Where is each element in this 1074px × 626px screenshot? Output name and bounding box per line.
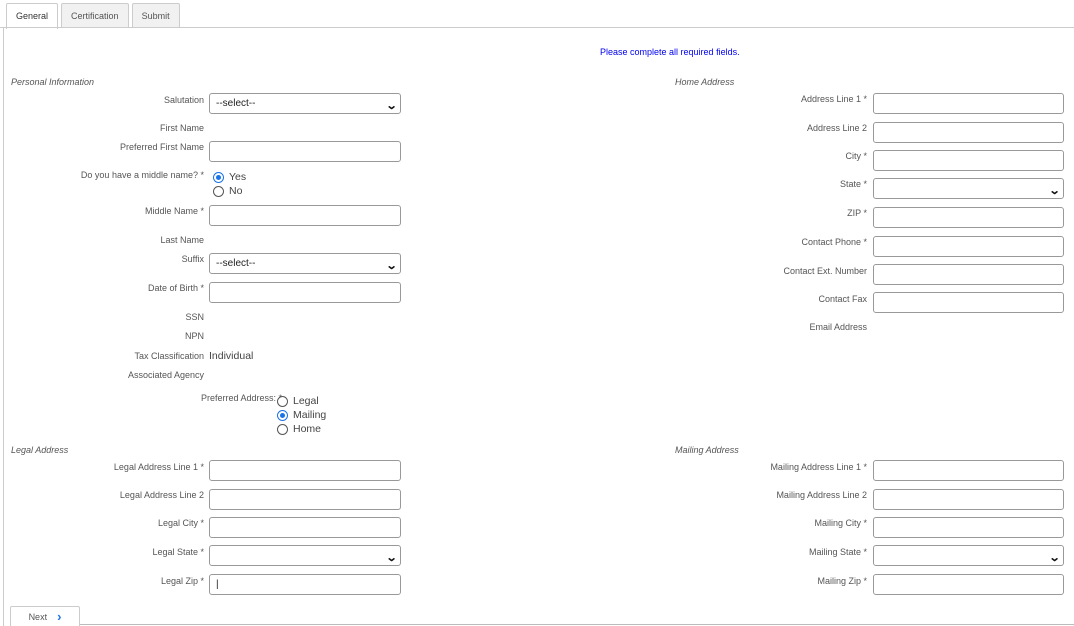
tax-classification-value: Individual — [209, 350, 254, 362]
dob-input[interactable] — [209, 282, 401, 303]
mailing-line1-input[interactable] — [873, 460, 1064, 481]
associated-agency-label: Associated Agency — [127, 370, 204, 380]
chevron-right-icon: › — [57, 609, 62, 624]
legal-state-select[interactable]: ⌄ — [209, 545, 401, 566]
middle-name-input[interactable] — [209, 205, 401, 226]
legal-line2-input[interactable] — [209, 489, 401, 510]
preferred-address-home-label: Home — [293, 423, 322, 435]
legal-line1-input[interactable] — [209, 460, 401, 481]
middle-name-question-label: Do you have a middle name? * — [80, 170, 204, 180]
mailing-line2-label: Mailing Address Line 2 — [776, 490, 867, 500]
middle-name-yes-radio[interactable] — [213, 171, 224, 183]
home-state-label: State * — [839, 179, 867, 189]
tax-classification-label: Tax Classification — [134, 351, 204, 361]
chevron-down-icon: ⌄ — [385, 552, 398, 564]
home-line1-input[interactable] — [873, 93, 1064, 114]
home-line2-label: Address Line 2 — [806, 123, 867, 133]
dob-label: Date of Birth * — [147, 283, 204, 293]
mailing-address-heading: Mailing Address — [675, 445, 739, 455]
contact-fax-input[interactable] — [873, 292, 1064, 313]
mailing-city-input[interactable] — [873, 517, 1064, 538]
salutation-selected-value: --select-- — [216, 98, 256, 109]
chevron-down-icon: ⌄ — [1048, 185, 1061, 197]
suffix-selected-value: --select-- — [216, 258, 256, 269]
npn-label: NPN — [184, 331, 204, 341]
mailing-line1-label: Mailing Address Line 1 * — [770, 462, 867, 472]
preferred-first-name-input[interactable] — [209, 141, 401, 162]
legal-zip-label: Legal Zip * — [160, 576, 204, 586]
salutation-select[interactable]: --select-- ⌄ — [209, 93, 401, 114]
preferred-first-name-label: Preferred First Name — [119, 142, 204, 152]
preferred-address-home-option[interactable]: Home — [277, 423, 321, 435]
home-address-heading: Home Address — [675, 77, 735, 87]
contact-ext-input[interactable] — [873, 264, 1064, 285]
home-zip-label: ZIP * — [847, 208, 867, 218]
chevron-down-icon: ⌄ — [385, 260, 398, 272]
tab-submit[interactable]: Submit — [131, 3, 180, 28]
chevron-down-icon: ⌄ — [385, 100, 398, 112]
legal-zip-input[interactable] — [209, 574, 401, 595]
preferred-address-mailing-label: Mailing — [293, 409, 327, 421]
legal-city-input[interactable] — [209, 517, 401, 538]
home-state-select[interactable]: ⌄ — [873, 178, 1064, 199]
next-button[interactable]: Next › — [10, 606, 80, 626]
tab-bar: General Certification Submit — [6, 3, 180, 29]
footer-divider — [80, 624, 1074, 625]
legal-address-heading: Legal Address — [11, 445, 69, 455]
legal-line2-label: Legal Address Line 2 — [119, 490, 204, 500]
middle-name-yes-option[interactable]: Yes — [213, 171, 246, 183]
tab-divider — [0, 27, 1074, 28]
salutation-label: Salutation — [163, 95, 204, 105]
email-address-label: Email Address — [809, 322, 867, 332]
required-fields-notice: Please complete all required fields. — [600, 47, 740, 57]
suffix-label: Suffix — [181, 254, 204, 264]
preferred-address-legal-radio[interactable] — [277, 395, 288, 407]
next-button-label: Next — [28, 611, 48, 622]
mailing-state-select[interactable]: ⌄ — [873, 545, 1064, 566]
last-name-label: Last Name — [160, 235, 204, 245]
preferred-address-legal-label: Legal — [293, 395, 319, 407]
home-line1-label: Address Line 1 * — [800, 94, 867, 104]
contact-fax-label: Contact Fax — [818, 294, 867, 304]
personal-info-heading: Personal Information — [11, 77, 95, 87]
preferred-address-label: Preferred Address: * — [200, 393, 282, 403]
mailing-zip-input[interactable] — [873, 574, 1064, 595]
legal-line1-label: Legal Address Line 1 * — [113, 462, 204, 472]
home-city-label: City * — [845, 151, 867, 161]
home-zip-input[interactable] — [873, 207, 1064, 228]
preferred-address-mailing-option[interactable]: Mailing — [277, 409, 326, 421]
middle-name-no-option[interactable]: No — [213, 185, 242, 197]
preferred-address-mailing-radio[interactable] — [277, 409, 288, 421]
mailing-city-label: Mailing City * — [814, 518, 867, 528]
panel-left-border — [3, 27, 4, 626]
ssn-label: SSN — [185, 312, 204, 322]
contact-phone-label: Contact Phone * — [801, 237, 867, 247]
chevron-down-icon: ⌄ — [1048, 552, 1061, 564]
legal-city-label: Legal City * — [157, 518, 204, 528]
suffix-select[interactable]: --select-- ⌄ — [209, 253, 401, 274]
mailing-zip-label: Mailing Zip * — [817, 576, 867, 586]
contact-ext-label: Contact Ext. Number — [783, 266, 867, 276]
first-name-label: First Name — [159, 123, 204, 133]
middle-name-yes-label: Yes — [229, 171, 247, 183]
legal-state-label: Legal State * — [152, 547, 204, 557]
middle-name-label: Middle Name * — [144, 206, 204, 216]
preferred-address-home-radio[interactable] — [277, 423, 288, 435]
middle-name-no-label: No — [229, 185, 243, 197]
middle-name-no-radio[interactable] — [213, 185, 224, 197]
mailing-line2-input[interactable] — [873, 489, 1064, 510]
home-line2-input[interactable] — [873, 122, 1064, 143]
mailing-state-label: Mailing State * — [808, 547, 867, 557]
tab-certification[interactable]: Certification — [61, 3, 129, 28]
tab-general[interactable]: General — [6, 3, 59, 29]
contact-phone-input[interactable] — [873, 236, 1064, 257]
preferred-address-legal-option[interactable]: Legal — [277, 395, 319, 407]
home-city-input[interactable] — [873, 150, 1064, 171]
